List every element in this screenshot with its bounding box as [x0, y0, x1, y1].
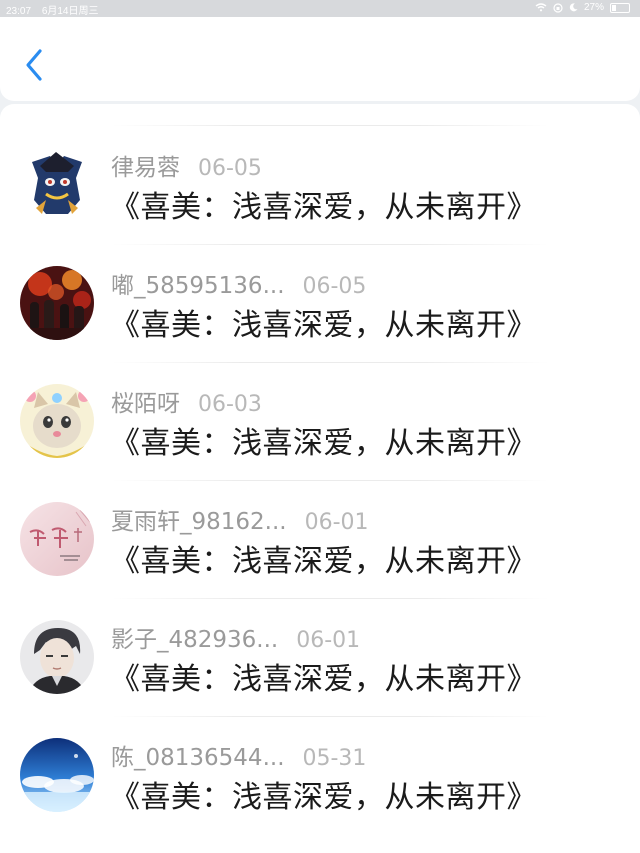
item-meta: 嘟_58595136... 06-05	[111, 266, 366, 300]
post-date: 06-05	[302, 274, 367, 299]
status-time: 23:07	[6, 6, 32, 17]
book-title[interactable]: 《喜美：浅喜深爱，从未离开》	[110, 654, 537, 698]
avatar[interactable]	[20, 502, 94, 576]
list-item[interactable]: 嘟_58595136... 06-05 《喜美：浅喜深爱，从未离开》	[0, 266, 640, 384]
divider	[110, 362, 550, 363]
post-date: 06-05	[198, 156, 262, 181]
avatar[interactable]	[20, 148, 94, 222]
divider	[110, 716, 550, 717]
book-title[interactable]: 《喜美：浅喜深爱，从未离开》	[110, 772, 537, 816]
user-name[interactable]: 影子_482936...	[111, 620, 278, 654]
avatar[interactable]	[20, 384, 94, 458]
user-name[interactable]: 桜陌呀	[111, 384, 180, 418]
back-button[interactable]	[22, 45, 46, 85]
post-date: 05-31	[302, 746, 367, 771]
divider	[110, 480, 550, 481]
book-title[interactable]: 《喜美：浅喜深爱，从未离开》	[110, 300, 537, 344]
divider	[110, 125, 550, 126]
item-meta: 影子_482936... 06-01	[111, 620, 360, 654]
book-title[interactable]: 《喜美：浅喜深爱，从未离开》	[110, 536, 537, 580]
avatar[interactable]	[20, 738, 94, 812]
divider	[110, 244, 550, 245]
user-name[interactable]: 陈_08136544...	[111, 738, 285, 772]
battery-icon	[610, 2, 630, 13]
post-date: 06-03	[198, 392, 262, 417]
user-name[interactable]: 夏雨轩_98162...	[111, 502, 287, 536]
lock-rotation-icon	[553, 2, 563, 13]
user-name[interactable]: 嘟_58595136...	[111, 266, 285, 300]
item-meta: 陈_08136544... 05-31	[111, 738, 366, 772]
avatar[interactable]	[20, 620, 94, 694]
reader-list: 律易蓉 06-05 《喜美：浅喜深爱，从未离开》 嘟_58595136... 0…	[0, 104, 640, 853]
item-meta: 律易蓉 06-05	[111, 148, 262, 182]
list-item[interactable]: 陈_08136544... 05-31 《喜美：浅喜深爱，从未离开》	[0, 738, 640, 853]
chevron-left-icon	[26, 49, 42, 81]
item-meta: 桜陌呀 06-03	[111, 384, 262, 418]
moon-icon	[569, 3, 578, 12]
divider	[110, 598, 550, 599]
post-date: 06-01	[304, 510, 369, 535]
list-item[interactable]: 桜陌呀 06-03 《喜美：浅喜深爱，从未离开》	[0, 384, 640, 502]
status-bar: 23:07 6月14日周三 27%	[0, 0, 640, 17]
list-item[interactable]: 律易蓉 06-05 《喜美：浅喜深爱，从未离开》	[0, 148, 640, 266]
user-name[interactable]: 律易蓉	[111, 148, 180, 182]
item-meta: 夏雨轩_98162... 06-01	[111, 502, 369, 536]
status-date: 6月14日周三	[41, 6, 99, 17]
battery-percent: 27%	[583, 2, 604, 13]
list-item[interactable]: 影子_482936... 06-01 《喜美：浅喜深爱，从未离开》	[0, 620, 640, 738]
book-title[interactable]: 《喜美：浅喜深爱，从未离开》	[110, 182, 537, 226]
avatar[interactable]	[20, 266, 94, 340]
book-title[interactable]: 《喜美：浅喜深爱，从未离开》	[110, 418, 537, 462]
navigation-bar	[0, 17, 640, 101]
post-date: 06-01	[296, 628, 361, 653]
list-item[interactable]: 夏雨轩_98162... 06-01 《喜美：浅喜深爱，从未离开》	[0, 502, 640, 620]
wifi-icon	[535, 3, 547, 12]
